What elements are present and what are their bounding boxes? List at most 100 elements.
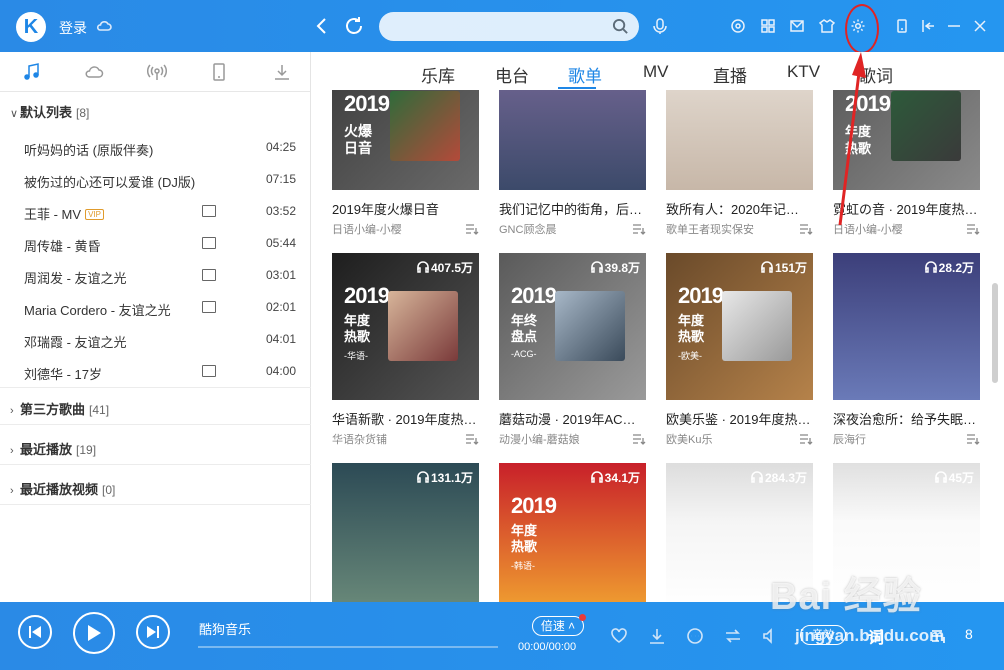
section-default-list[interactable]: ∨ 默认列表 [8] xyxy=(10,102,89,121)
add-to-list-icon[interactable] xyxy=(966,223,980,235)
playlist-cover[interactable]: 28.2万 xyxy=(833,253,980,400)
apps-grid-icon[interactable] xyxy=(760,18,776,34)
music-note-icon[interactable] xyxy=(22,62,42,82)
section-third-party-songs[interactable]: › 第三方歌曲 [41] xyxy=(10,399,109,418)
list-item[interactable]: 周润发 - 友谊之光 03:01 xyxy=(24,268,304,288)
search-icon[interactable] xyxy=(612,18,629,35)
tab-playlists[interactable]: 歌单 xyxy=(568,62,602,87)
playlist-cover[interactable]: 407.5万 2019 年度热歌 -华语- xyxy=(332,253,479,400)
playlist-cover[interactable]: 151万 2019 年度热歌 -欧美- xyxy=(666,253,813,400)
scrollbar[interactable] xyxy=(992,283,998,383)
mv-icon[interactable] xyxy=(202,301,216,313)
mv-icon[interactable] xyxy=(202,365,216,377)
playlist-title[interactable]: 我们记忆中的街角，后… xyxy=(499,199,646,218)
mv-icon[interactable] xyxy=(202,269,216,281)
back-arrow-icon[interactable] xyxy=(310,14,334,38)
playlist-author[interactable]: 歌单王者现实保安 xyxy=(666,221,754,237)
list-item[interactable]: 听妈妈的话 (原版伴奏) 04:25 xyxy=(24,140,304,160)
close-icon[interactable] xyxy=(972,18,988,34)
tab-music-library[interactable]: 乐库 xyxy=(421,62,455,87)
headphones-icon xyxy=(761,261,773,273)
tab-mv[interactable]: MV xyxy=(643,62,669,82)
playlist-title[interactable]: 深夜治愈所：给予失眠… xyxy=(833,409,980,428)
watermark-brand: Bai 经验 xyxy=(770,576,922,618)
mv-icon[interactable] xyxy=(202,205,216,217)
play-count: 28.2万 xyxy=(924,259,974,276)
playlist-cover[interactable] xyxy=(499,90,646,190)
kugou-logo[interactable]: K xyxy=(16,12,46,42)
record-icon[interactable] xyxy=(730,18,746,34)
volume-icon[interactable] xyxy=(762,627,780,645)
speed-button[interactable]: 倍速 ˄ xyxy=(532,614,586,636)
radio-broadcast-icon[interactable] xyxy=(147,62,167,82)
tab-ktv[interactable]: KTV xyxy=(787,62,820,82)
list-item[interactable]: 邓瑞霞 - 友谊之光 04:01 xyxy=(24,332,304,352)
playlist-author[interactable]: 动漫小编-蘑菇娘 xyxy=(499,431,580,447)
refresh-icon[interactable] xyxy=(342,14,366,38)
add-to-list-icon[interactable] xyxy=(966,433,980,445)
playlist-author[interactable]: 日语小编-小樱 xyxy=(332,221,402,237)
skin-shirt-icon[interactable] xyxy=(819,18,835,34)
add-to-list-icon[interactable] xyxy=(632,223,646,235)
more-icon[interactable] xyxy=(686,627,704,645)
playlist-title[interactable]: 蘑菇动漫 · 2019年AC… xyxy=(499,409,646,428)
heart-icon[interactable] xyxy=(610,627,628,645)
playlist-title[interactable]: 华语新歌 · 2019年度热… xyxy=(332,409,479,428)
playlist-title[interactable]: 欧美乐鉴 · 2019年度热… xyxy=(666,409,813,428)
list-item[interactable]: 周传雄 - 黄昏 05:44 xyxy=(24,236,304,256)
dock-icon[interactable] xyxy=(920,18,936,34)
headphones-icon xyxy=(590,261,603,273)
playlist-author[interactable]: 辰海行 xyxy=(833,431,866,447)
headphones-icon xyxy=(934,471,947,483)
section-recent-played[interactable]: › 最近播放 [19] xyxy=(10,439,96,458)
mail-icon[interactable] xyxy=(789,18,805,34)
cloud-icon[interactable] xyxy=(84,62,104,82)
prev-button[interactable] xyxy=(18,615,52,649)
add-to-list-icon[interactable] xyxy=(799,223,813,235)
add-to-list-icon[interactable] xyxy=(632,433,646,445)
search-input[interactable] xyxy=(379,12,639,41)
next-button[interactable] xyxy=(136,615,170,649)
loop-mode-icon[interactable] xyxy=(724,627,742,645)
sidebar-tabs xyxy=(0,52,310,92)
playlist-author[interactable]: 欧美Ku乐 xyxy=(666,431,712,447)
headphones-icon xyxy=(924,261,937,273)
microphone-icon[interactable] xyxy=(651,17,669,35)
playlist-title[interactable]: 2019年度火爆日音 xyxy=(332,199,479,218)
vip-badge: VIP xyxy=(85,209,104,220)
play-count: 407.5万 xyxy=(417,259,473,276)
download-icon[interactable] xyxy=(272,62,292,82)
section-recent-videos[interactable]: › 最近播放视频 [0] xyxy=(10,479,115,498)
playlist-author[interactable]: GNC顾念晨 xyxy=(499,221,556,237)
mv-icon[interactable] xyxy=(202,237,216,249)
list-item[interactable]: 被伤过的心还可以爱谁 (DJ版) 07:15 xyxy=(24,172,304,192)
play-count: 131.1万 xyxy=(417,469,473,486)
list-item[interactable]: Maria Cordero - 友谊之光 02:01 xyxy=(24,300,304,320)
playlist-cover[interactable]: 131.1万 xyxy=(332,463,479,602)
playlist-cover[interactable]: 2019 火爆日音 xyxy=(332,90,479,190)
add-to-list-icon[interactable] xyxy=(465,223,479,235)
login-link[interactable]: 登录 xyxy=(59,18,87,38)
add-to-list-icon[interactable] xyxy=(799,433,813,445)
play-button[interactable] xyxy=(73,612,115,654)
playlist-title[interactable]: 致所有人：2020年记… xyxy=(666,199,813,218)
list-item[interactable]: 刘德华 - 17岁 04:00 xyxy=(24,364,304,384)
playlist-cover[interactable] xyxy=(666,90,813,190)
tab-live[interactable]: 直播 xyxy=(713,62,747,87)
now-playing-title: 酷狗音乐 xyxy=(199,622,252,637)
playlist-cover[interactable]: 39.8万 2019 年终盘点 -ACG- xyxy=(499,253,646,400)
add-to-list-icon[interactable] xyxy=(465,433,479,445)
mini-mode-icon[interactable] xyxy=(894,18,910,34)
download-icon[interactable] xyxy=(648,627,666,645)
playlist-cover[interactable]: 34.1万 2019 年度热歌 -韩语- xyxy=(499,463,646,602)
play-time: 00:00/00:00 xyxy=(518,641,577,653)
headphones-icon xyxy=(590,471,603,483)
playlist-author[interactable]: 华语杂货铺 xyxy=(332,431,387,447)
progress-bar[interactable] xyxy=(198,646,498,648)
cloud-icon[interactable] xyxy=(96,18,112,34)
list-item[interactable]: 王菲 - MV VIP 03:52 xyxy=(24,204,304,224)
tab-radio[interactable]: 电台 xyxy=(495,62,529,87)
playlist-grid: 2019 火爆日音 2019年度火爆日音 日语小编-小樱 我们记忆中的街角，后…… xyxy=(312,90,1004,602)
minimize-icon[interactable] xyxy=(946,18,962,34)
device-icon[interactable] xyxy=(209,62,229,82)
